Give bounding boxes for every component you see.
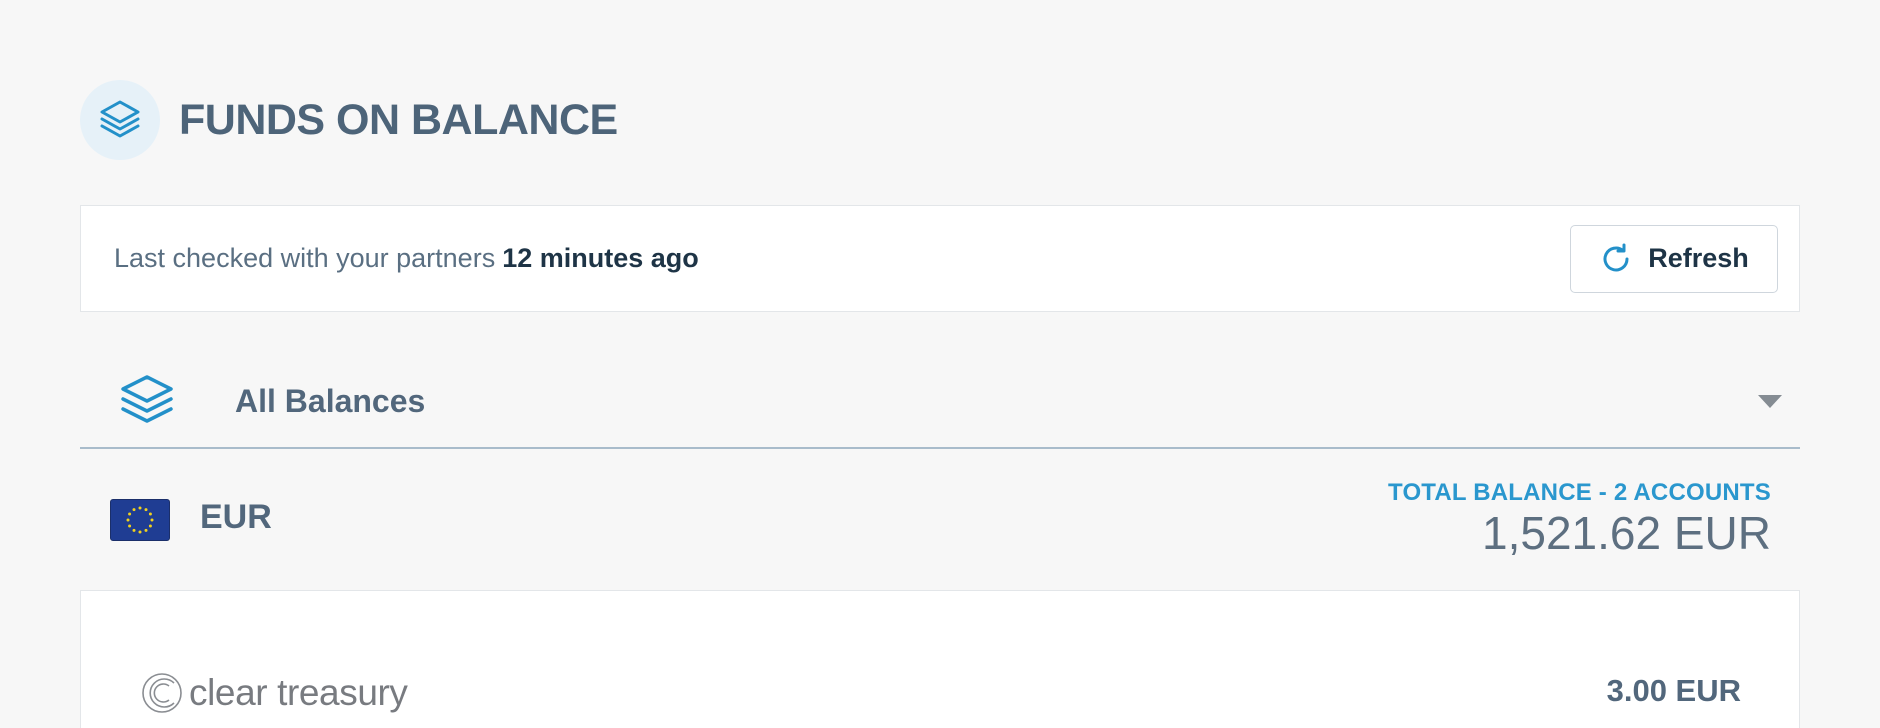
refresh-button[interactable]: Refresh (1570, 224, 1778, 293)
eu-flag-icon (110, 499, 170, 541)
last-checked-text: Last checked with your partners 12 minute… (114, 243, 699, 274)
account-balance: 3.00 EUR (1606, 673, 1741, 708)
total-balance-label: TOTAL BALANCE - 2 ACCOUNTS (1388, 479, 1771, 506)
sync-status-bar: Last checked with your partners 12 minute… (80, 205, 1800, 312)
total-balance: TOTAL BALANCE - 2 ACCOUNTS 1,521.62 EUR (1388, 479, 1771, 560)
page-title: FUNDS ON BALANCE (179, 95, 618, 144)
page: FUNDS ON BALANCE Last checked with your … (0, 0, 1880, 728)
last-checked-time: 12 minutes ago (502, 243, 699, 273)
page-header: FUNDS ON BALANCE (80, 80, 618, 160)
clear-treasury-logo-icon (142, 673, 182, 713)
balance-filter-dropdown[interactable]: All Balances (80, 355, 1800, 449)
layers-icon (118, 373, 176, 429)
currency-code: EUR (200, 498, 272, 536)
chevron-down-icon (1758, 395, 1782, 408)
last-checked-prefix: Last checked with your partners (114, 243, 496, 273)
provider-name: clear treasury (189, 672, 408, 713)
refresh-label: Refresh (1648, 243, 1749, 273)
total-balance-amount: 1,521.62 EUR (1482, 507, 1771, 559)
layers-icon (80, 80, 160, 160)
provider-logo: clear treasury (141, 671, 408, 715)
balance-filter-label: All Balances (235, 382, 426, 419)
account-card[interactable]: clear treasury 3.00 EUR (80, 590, 1800, 728)
currency-group-header: EUR TOTAL BALANCE - 2 ACCOUNTS 1,521.62 … (80, 452, 1800, 590)
refresh-icon (1599, 242, 1633, 276)
